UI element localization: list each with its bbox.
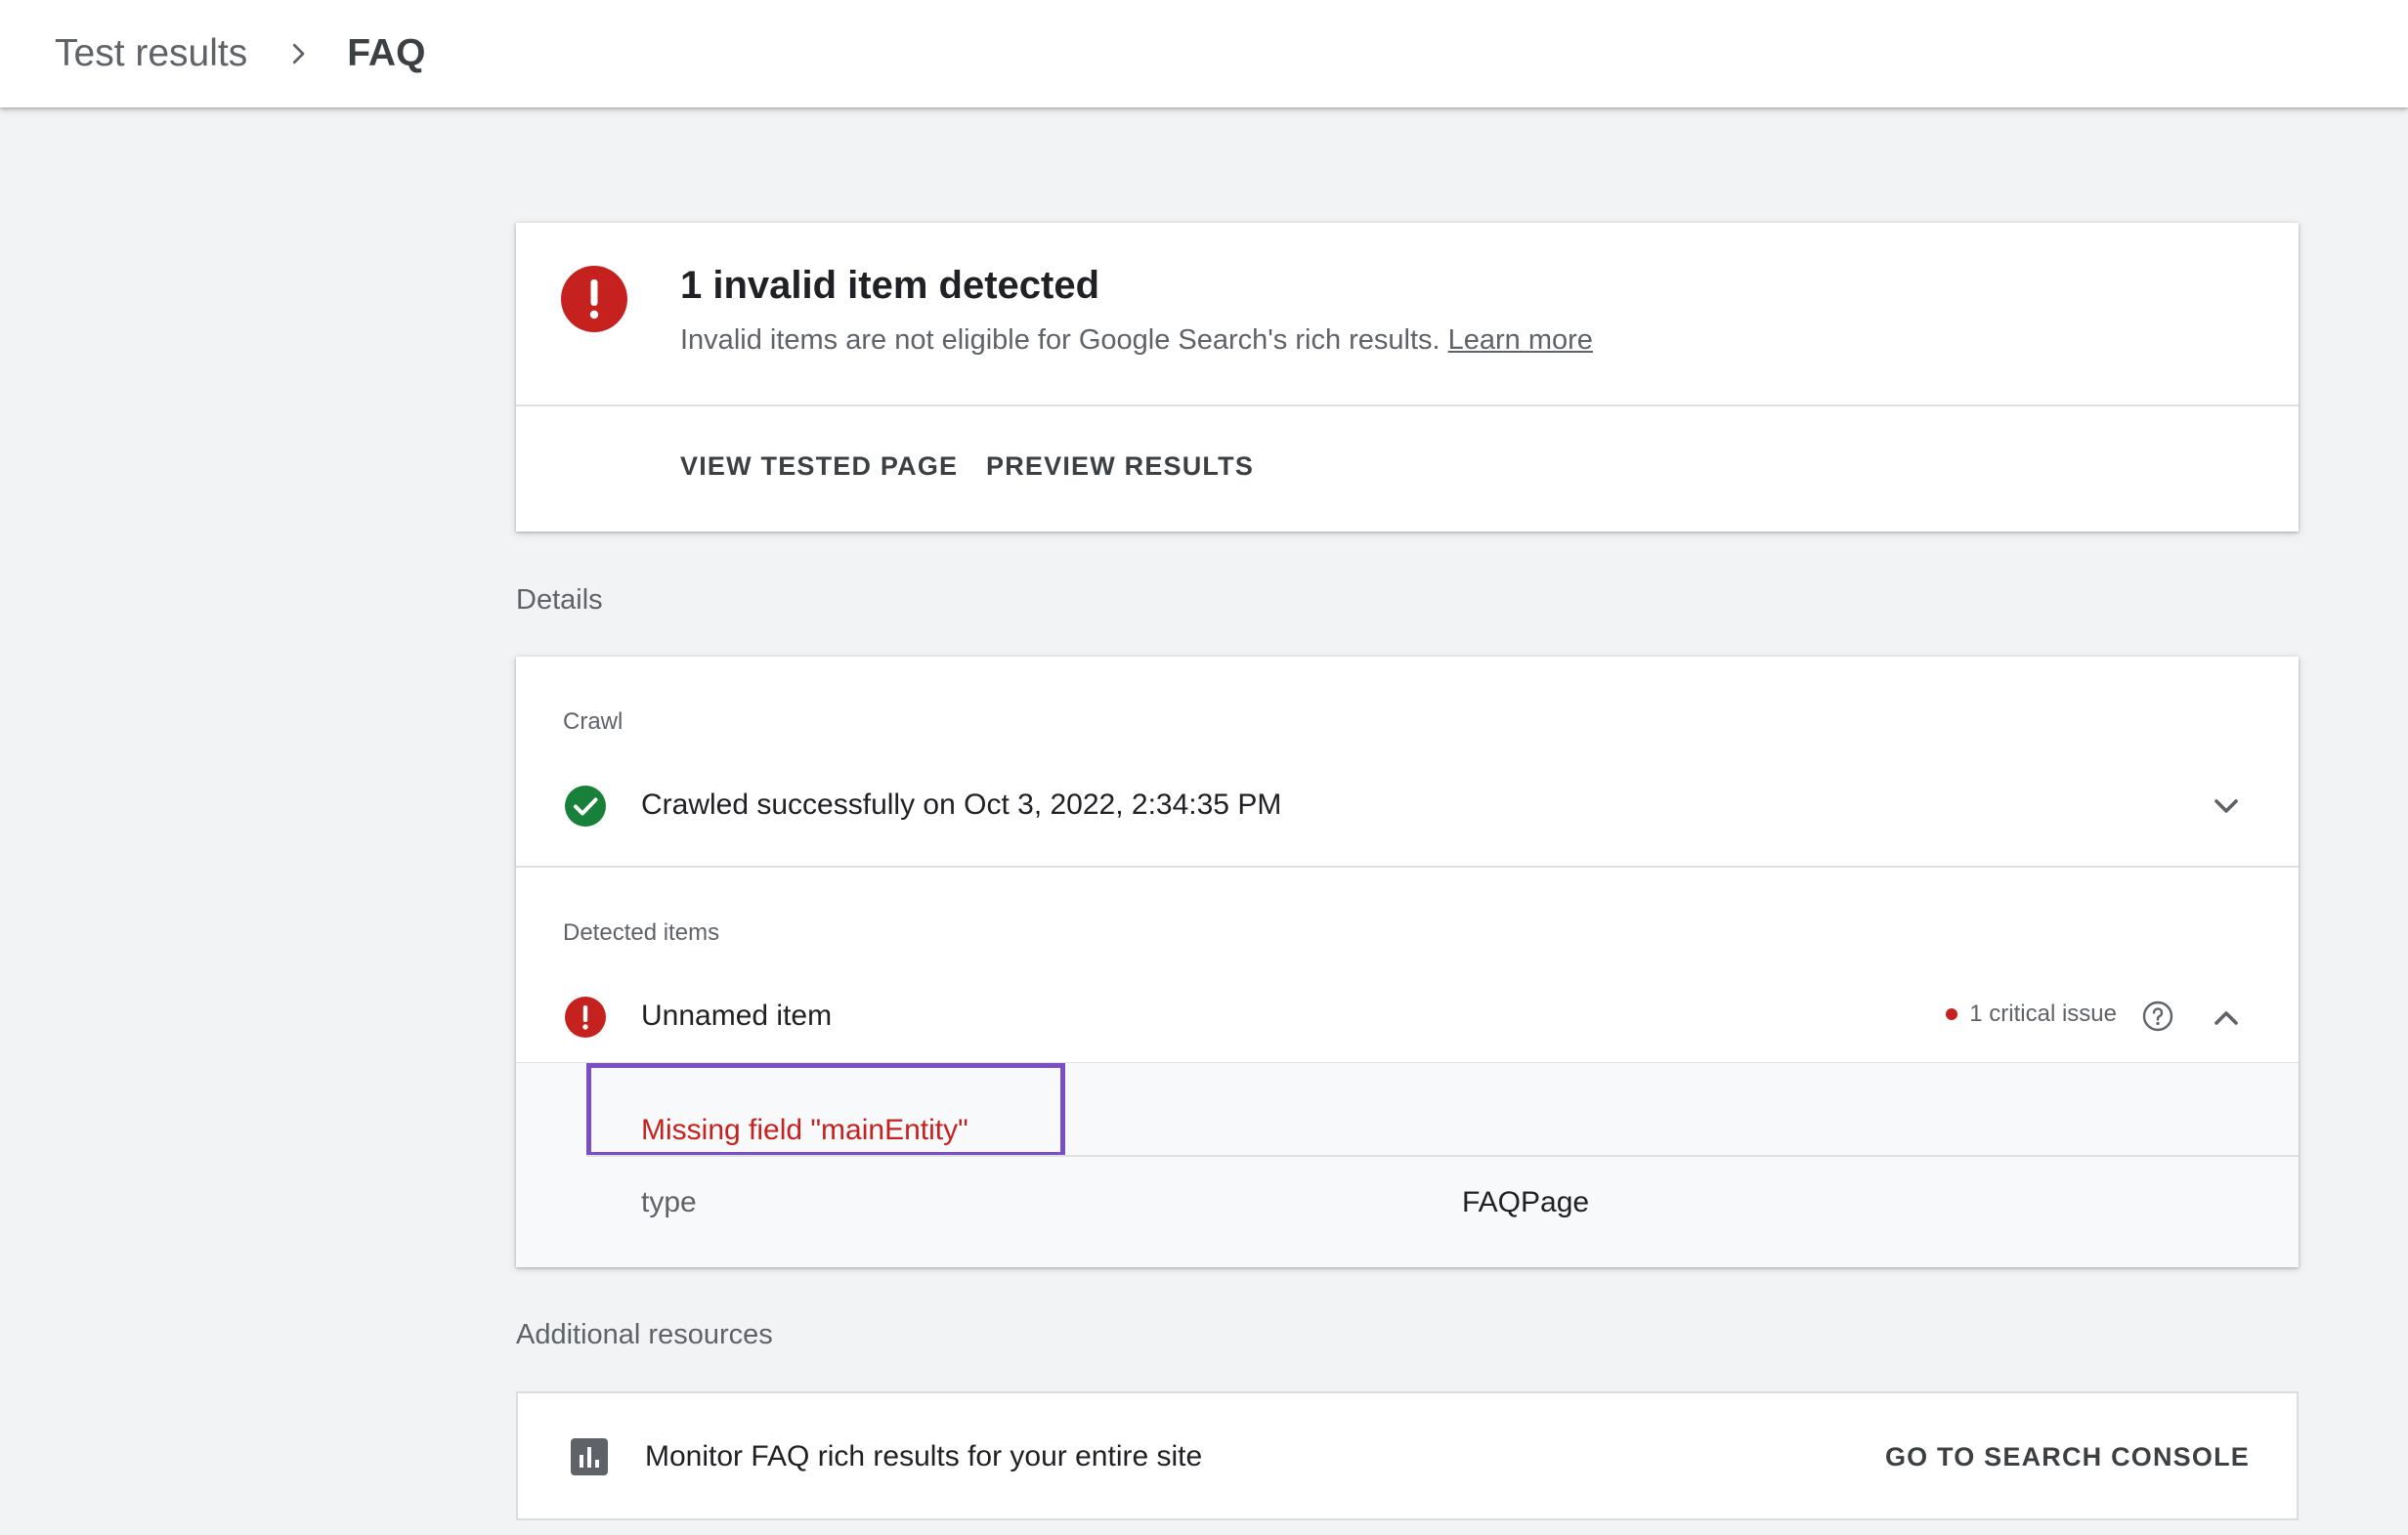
additional-resources-heading: Additional resources <box>516 1319 773 1350</box>
error-icon <box>561 266 627 332</box>
bar-chart-icon <box>571 1438 608 1475</box>
preview-results-button[interactable]: PREVIEW RESULTS <box>986 451 1254 482</box>
summary-card: 1 invalid item detected Invalid items ar… <box>516 223 2299 532</box>
error-icon <box>565 997 606 1038</box>
help-icon[interactable] <box>2142 1001 2173 1032</box>
divider <box>516 866 2299 868</box>
chevron-down-icon[interactable] <box>2207 787 2246 826</box>
breadcrumb-test-results[interactable]: Test results <box>55 32 247 75</box>
critical-issue-badge: 1 critical issue <box>1946 1001 2117 1028</box>
divider <box>516 405 2299 406</box>
learn-more-link[interactable]: Learn more <box>1448 324 1593 356</box>
error-dot-icon <box>1946 1008 1958 1020</box>
resources-card: Monitor FAQ rich results for your entire… <box>516 1391 2299 1520</box>
summary-title: 1 invalid item detected <box>680 264 1100 307</box>
chevron-right-icon <box>277 32 320 75</box>
divider <box>586 1155 2299 1157</box>
detected-item-details: Missing field "mainEntity" type FAQPage <box>516 1063 2299 1267</box>
highlight-box <box>586 1063 1065 1157</box>
property-value: FAQPage <box>1462 1186 1590 1218</box>
property-name: type <box>641 1186 697 1218</box>
crawl-label: Crawl <box>563 708 624 735</box>
crawl-status: Crawled successfully on Oct 3, 2022, 2:3… <box>641 789 1282 821</box>
top-bar: Test results FAQ <box>0 0 2408 107</box>
resources-text: Monitor FAQ rich results for your entire… <box>645 1440 1203 1472</box>
detected-items-label: Detected items <box>563 919 720 946</box>
view-tested-page-button[interactable]: VIEW TESTED PAGE <box>680 451 958 482</box>
summary-description: Invalid items are not eligible for Googl… <box>680 324 1440 356</box>
breadcrumb-current: FAQ <box>347 32 426 74</box>
go-to-search-console-button[interactable]: GO TO SEARCH CONSOLE <box>1885 1442 2250 1472</box>
details-heading: Details <box>516 584 603 616</box>
critical-issue-count: 1 critical issue <box>1969 1001 2117 1027</box>
details-card: Crawl Crawled successfully on Oct 3, 202… <box>516 657 2299 1267</box>
summary-subtitle: Invalid items are not eligible for Googl… <box>680 324 1593 357</box>
detected-item-name[interactable]: Unnamed item <box>641 1000 832 1033</box>
check-circle-icon <box>565 786 606 827</box>
chevron-up-icon[interactable] <box>2207 999 2246 1038</box>
